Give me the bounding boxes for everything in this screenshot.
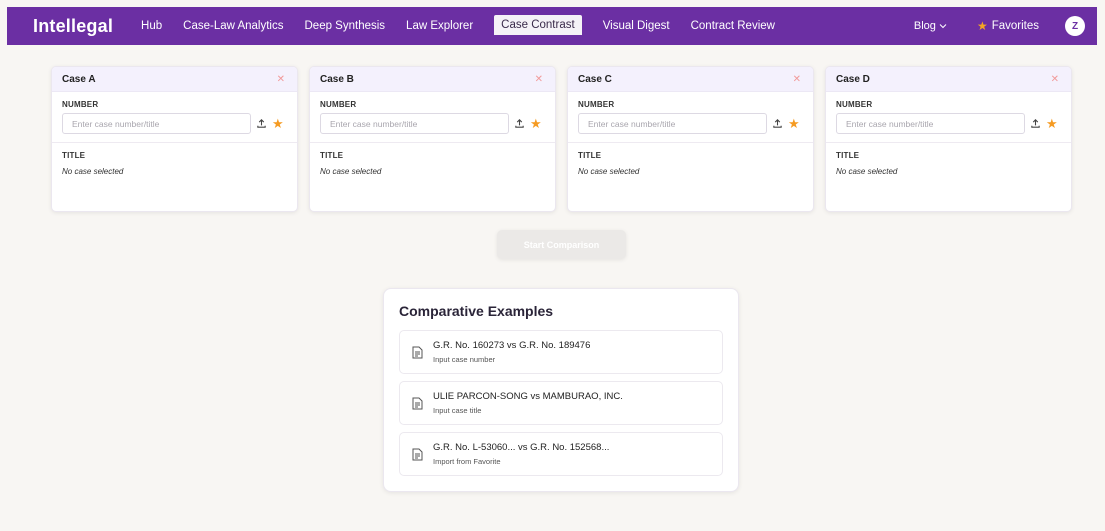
top-navbar: Intellegal Hub Case-Law Analytics Deep S… (7, 7, 1097, 45)
blog-dropdown[interactable]: Blog (914, 20, 947, 32)
case-card-header: Case B ✕ (310, 67, 555, 92)
document-icon (412, 397, 423, 410)
examples-list: G.R. No. 160273 vs G.R. No. 189476 Input… (399, 330, 723, 476)
title-section: TITLE No case selected (52, 143, 297, 176)
example-item[interactable]: G.R. No. 160273 vs G.R. No. 189476 Input… (399, 330, 723, 374)
example-title: G.R. No. 160273 vs G.R. No. 189476 (433, 340, 591, 351)
example-text: G.R. No. L-53060... vs G.R. No. 152568..… (433, 442, 609, 466)
favorites-link[interactable]: ★ Favorites (977, 19, 1039, 33)
nav-link-case-law-analytics[interactable]: Case-Law Analytics (183, 16, 283, 36)
nav-link-visual-digest[interactable]: Visual Digest (603, 16, 670, 36)
case-status-text: No case selected (836, 167, 898, 176)
case-card-title: Case D (836, 73, 870, 85)
case-card-header: Case D ✕ (826, 67, 1071, 92)
nav-link-case-contrast[interactable]: Case Contrast (494, 15, 582, 37)
example-title: G.R. No. L-53060... vs G.R. No. 152568..… (433, 442, 610, 453)
document-icon (412, 448, 423, 461)
case-status-text: No case selected (578, 167, 640, 176)
case-card-title: Case C (578, 73, 612, 85)
document-icon (412, 346, 423, 359)
case-card-b: Case B ✕ NUMBER ★ TITLE No case selected (309, 66, 556, 212)
close-icon[interactable]: ✕ (1051, 74, 1059, 85)
close-icon[interactable]: ✕ (277, 74, 285, 85)
case-status-text: No case selected (62, 167, 124, 176)
example-item[interactable]: G.R. No. L-53060... vs G.R. No. 152568..… (399, 432, 723, 476)
number-section: NUMBER ★ (568, 92, 813, 134)
upload-icon[interactable] (514, 118, 526, 130)
close-icon[interactable]: ✕ (793, 74, 801, 85)
number-label: NUMBER (320, 100, 357, 109)
nav-link-deep-synthesis[interactable]: Deep Synthesis (305, 16, 386, 36)
number-section: NUMBER ★ (826, 92, 1071, 134)
number-input-row: ★ (320, 113, 545, 134)
case-number-input[interactable] (320, 113, 509, 134)
title-section: TITLE No case selected (568, 143, 813, 176)
case-card-title: Case B (320, 73, 354, 85)
title-section: TITLE No case selected (310, 143, 555, 176)
nav-link-contract-review[interactable]: Contract Review (691, 16, 775, 36)
examples-title: Comparative Examples (399, 303, 554, 319)
example-text: ULIE PARCON-SONG vs MAMBURAO, INC. Input… (433, 391, 623, 415)
star-icon[interactable]: ★ (788, 117, 800, 130)
number-section: NUMBER ★ (52, 92, 297, 134)
number-section: NUMBER ★ (310, 92, 555, 134)
case-card-a: Case A ✕ NUMBER ★ TITLE No case selected (51, 66, 298, 212)
example-text: G.R. No. 160273 vs G.R. No. 189476 Input… (433, 340, 590, 364)
start-comparison-button[interactable]: Start Comparison (497, 230, 626, 259)
nav-right: Blog ★ Favorites Z (914, 16, 1085, 36)
case-cards: Case A ✕ NUMBER ★ TITLE No case selected… (51, 66, 1072, 212)
nav-links: Hub Case-Law Analytics Deep Synthesis La… (141, 15, 796, 37)
title-section: TITLE No case selected (826, 143, 1071, 176)
chevron-down-icon (939, 24, 947, 29)
comparative-examples-panel: Comparative Examples G.R. No. 160273 vs … (383, 288, 739, 492)
example-subtitle: Input case number (433, 355, 496, 364)
number-label: NUMBER (836, 100, 873, 109)
case-number-input[interactable] (578, 113, 767, 134)
star-icon[interactable]: ★ (530, 117, 542, 130)
example-subtitle: Input case title (433, 406, 482, 415)
close-icon[interactable]: ✕ (535, 74, 543, 85)
number-label: NUMBER (62, 100, 99, 109)
number-label: NUMBER (578, 100, 615, 109)
title-label: TITLE (320, 151, 344, 160)
case-number-input[interactable] (62, 113, 251, 134)
example-title: ULIE PARCON-SONG vs MAMBURAO, INC. (433, 391, 623, 402)
favorites-label: Favorites (991, 20, 1039, 32)
nav-link-law-explorer[interactable]: Law Explorer (406, 16, 473, 36)
number-input-row: ★ (836, 113, 1061, 134)
case-card-header: Case A ✕ (52, 67, 297, 92)
number-input-row: ★ (578, 113, 803, 134)
upload-icon[interactable] (256, 118, 268, 130)
blog-label: Blog (913, 20, 936, 32)
avatar[interactable]: Z (1065, 16, 1085, 36)
case-number-input[interactable] (836, 113, 1025, 134)
case-card-header: Case C ✕ (568, 67, 813, 92)
example-item[interactable]: ULIE PARCON-SONG vs MAMBURAO, INC. Input… (399, 381, 723, 425)
title-label: TITLE (836, 151, 860, 160)
upload-icon[interactable] (1030, 118, 1042, 130)
brand-logo[interactable]: Intellegal (33, 16, 113, 37)
upload-icon[interactable] (772, 118, 784, 130)
case-card-d: Case D ✕ NUMBER ★ TITLE No case selected (825, 66, 1072, 212)
title-label: TITLE (62, 151, 86, 160)
example-subtitle: Import from Favorite (433, 457, 501, 466)
star-icon[interactable]: ★ (1046, 117, 1058, 130)
title-label: TITLE (578, 151, 602, 160)
case-card-title: Case A (62, 73, 96, 85)
case-card-c: Case C ✕ NUMBER ★ TITLE No case selected (567, 66, 814, 212)
star-icon[interactable]: ★ (272, 117, 284, 130)
star-icon: ★ (976, 19, 988, 33)
nav-link-hub[interactable]: Hub (141, 16, 162, 36)
case-status-text: No case selected (320, 167, 382, 176)
number-input-row: ★ (62, 113, 287, 134)
